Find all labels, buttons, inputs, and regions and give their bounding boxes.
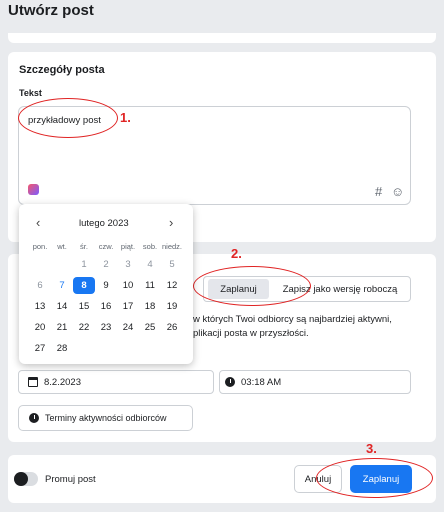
time-value: 03:18 AM [241,377,282,388]
calendar-day[interactable]: 18 [139,298,161,315]
calendar-day[interactable]: 25 [139,319,161,336]
clock-icon [225,377,235,387]
calendar-day[interactable]: 9 [95,277,117,294]
calendar-day[interactable]: 3 [117,256,139,273]
calendar-day[interactable]: 21 [51,319,73,336]
calendar-month-label: lutego 2023 [79,218,129,229]
weekday-label: pon. [32,242,48,251]
schedule-description-line-1: w których Twoi odbiorcy są najbardziej a… [193,314,392,325]
calendar-icon [28,377,38,387]
promote-label: Promuj post [45,474,96,485]
audience-activity-button[interactable]: Terminy aktywności odbiorców [18,405,193,431]
calendar-day[interactable]: 28 [51,340,73,357]
weekday-label: sob. [142,242,158,251]
calendar-day[interactable]: 16 [95,298,117,315]
calendar-day[interactable]: 8 [73,277,95,294]
weekday-label: wt. [57,242,67,251]
weekday-label: czw. [98,242,114,251]
calendar-day[interactable]: 4 [139,256,161,273]
calendar-day[interactable]: 5 [161,256,183,273]
calendar-day[interactable]: 13 [29,298,51,315]
calendar-day[interactable]: 19 [161,298,183,315]
annotation-number-1: 1. [120,110,131,125]
weekday-label: niedz. [161,242,182,251]
audience-activity-label: Terminy aktywności odbiorców [45,413,167,423]
calendar-day[interactable]: 20 [29,319,51,336]
calendar-day[interactable]: 6 [29,277,51,294]
calendar-day[interactable]: 26 [161,319,183,336]
media-emoji-icon[interactable] [28,184,39,195]
calendar-day[interactable]: 12 [161,277,183,294]
calendar-day[interactable]: 7 [51,277,73,294]
annotation-oval-2 [193,266,311,306]
weekday-label: piąt. [120,242,136,251]
annotation-oval-1 [18,98,118,138]
promote-toggle-knob [14,472,28,486]
calendar-day[interactable]: 24 [117,319,139,336]
calendar-day[interactable]: 17 [117,298,139,315]
hashtag-icon[interactable]: # [375,184,382,199]
weekday-label: śr. [80,242,88,251]
clock-icon [29,413,39,423]
date-value: 8.2.2023 [44,377,81,388]
calendar-day[interactable]: 2 [95,256,117,273]
page-title: Utwórz post [8,2,94,19]
calendar-day[interactable]: 27 [29,340,51,357]
top-card [8,33,436,43]
calendar-day[interactable]: 11 [139,277,161,294]
annotation-oval-3 [316,458,433,498]
schedule-description-line-2: plikacji posta w przyszłości. [193,328,309,339]
calendar-day[interactable]: 10 [117,277,139,294]
chevron-left-icon[interactable]: ‹ [36,215,40,230]
chevron-right-icon[interactable]: › [169,215,173,230]
annotation-number-3: 3. [366,441,377,456]
calendar-day[interactable]: 15 [73,298,95,315]
calendar-day[interactable]: 1 [73,256,95,273]
emoji-smile-icon[interactable]: ☺ [391,184,404,199]
calendar-day[interactable]: 23 [95,319,117,336]
section-title: Szczegóły posta [19,64,105,76]
calendar-day[interactable]: 22 [73,319,95,336]
annotation-number-2: 2. [231,246,242,261]
text-label: Tekst [19,88,42,98]
calendar-day[interactable]: 14 [51,298,73,315]
